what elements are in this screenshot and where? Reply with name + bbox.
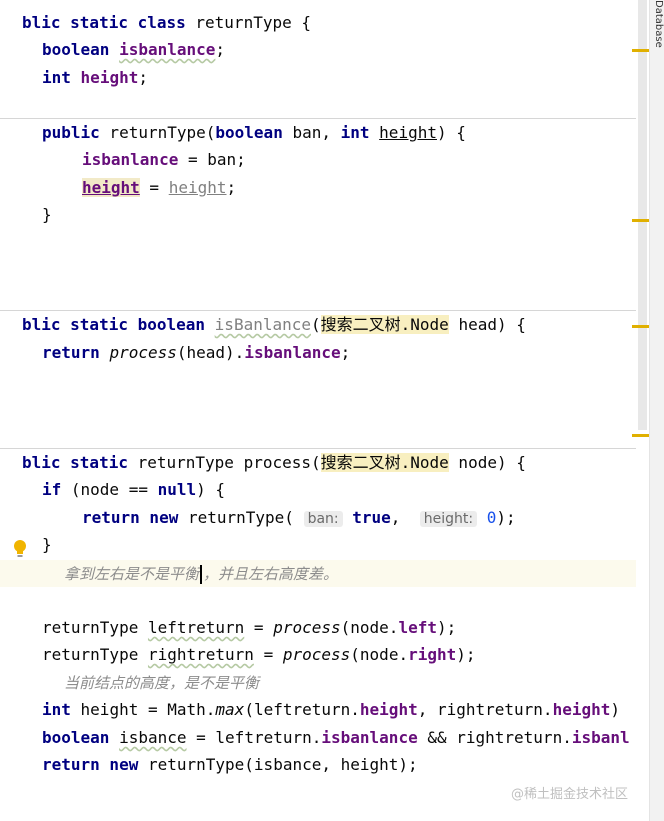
side-tool-strip xyxy=(649,0,664,821)
code-line[interactable]: return new returnType(isbance, height); xyxy=(42,751,418,778)
code-line[interactable]: blic static class returnType { xyxy=(22,9,311,36)
warning-marker[interactable] xyxy=(632,49,650,52)
warning-marker[interactable] xyxy=(632,325,650,328)
scrollbar-thumb[interactable] xyxy=(638,0,647,430)
code-line[interactable]: boolean isbanlance; xyxy=(42,36,225,63)
code-editor[interactable]: blic static class returnType { boolean i… xyxy=(0,0,650,821)
code-line[interactable]: public returnType(boolean ban, int heigh… xyxy=(42,119,466,146)
code-line[interactable]: isbanlance = ban; xyxy=(82,146,246,173)
watermark: @稀土掘金技术社区 xyxy=(510,787,628,802)
warning-marker[interactable] xyxy=(632,434,650,437)
parameter-hint: ban: xyxy=(303,511,343,527)
code-line[interactable]: return new returnType( ban: true, height… xyxy=(82,504,516,531)
warning-marker[interactable] xyxy=(632,219,650,222)
code-line[interactable]: boolean isbance = leftreturn.isbanlance … xyxy=(42,724,630,751)
code-comment-line[interactable]: 拿到左右是不是平衡 ，并且左右高度差。 xyxy=(64,560,338,587)
text-caret xyxy=(200,565,203,584)
code-line[interactable]: blic static returnType process(搜索二叉树.Nod… xyxy=(22,449,526,476)
lightbulb-icon[interactable] xyxy=(12,539,28,559)
code-line[interactable]: if (node == null) { xyxy=(42,476,225,503)
code-comment-line[interactable]: 当前结点的高度，是不是平衡 xyxy=(64,669,259,696)
parameter-hint: height: xyxy=(419,511,478,527)
code-line[interactable]: returnType rightreturn = process(node.ri… xyxy=(42,641,476,668)
code-line[interactable]: blic static boolean isBanlance(搜索二叉树.Nod… xyxy=(22,311,526,338)
code-line[interactable]: int height; xyxy=(42,64,148,91)
code-line[interactable]: return process(head).isbanlance; xyxy=(42,339,350,366)
code-line[interactable]: returnType leftreturn = process(node.lef… xyxy=(42,614,456,641)
code-line[interactable]: } xyxy=(42,531,52,558)
database-tab[interactable]: Database xyxy=(650,0,664,60)
code-line[interactable]: int height = Math.max(leftreturn.height,… xyxy=(42,696,620,723)
code-line[interactable]: } xyxy=(42,201,52,228)
code-line[interactable]: height = height; xyxy=(82,174,236,201)
